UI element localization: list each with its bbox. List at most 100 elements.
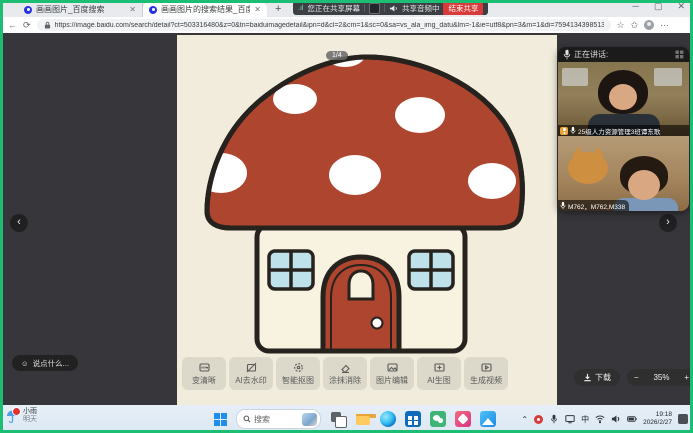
remove-watermark-icon <box>246 362 257 373</box>
next-image-button[interactable]: › <box>659 214 677 232</box>
participant-name: 25级人力资源管理3班谭东歌 <box>578 126 660 136</box>
screen-share-banner: .ıl 您正在共享屏幕 共享音频中 结束共享 <box>293 1 488 15</box>
meeting-panel-header: 正在讲话: <box>558 47 689 62</box>
participant-video-2[interactable]: M762，M762,M338 <box>558 136 689 211</box>
clock-time: 19:18 <box>656 411 672 419</box>
speaking-label: 正在讲话: <box>574 49 608 60</box>
weather-condition: 小雨 <box>23 408 37 416</box>
window-controls: ─ ▢ ✕ <box>633 1 685 12</box>
wifi-icon[interactable] <box>595 414 605 424</box>
image-edit-button[interactable]: 图片编辑 <box>370 357 414 390</box>
smart-cutout-button[interactable]: 智能抠图 <box>276 357 320 390</box>
cat-silhouette <box>568 152 608 184</box>
tray-overflow-chevron[interactable]: ⌃ <box>521 415 528 424</box>
notification-center-icon[interactable] <box>678 414 688 424</box>
enhance-clarity-button[interactable]: 变清晰 <box>182 357 226 390</box>
collections-star-icon[interactable]: ✩ <box>631 20 639 31</box>
battery-icon[interactable] <box>627 414 637 424</box>
tab-title: 画画图片的搜索结果_百度图片搜... <box>161 4 250 15</box>
weather-alert-badge <box>12 407 21 416</box>
classroom-window <box>562 68 588 86</box>
more-menu-icon[interactable]: ⋯ <box>660 20 669 31</box>
microphone-icon <box>563 49 571 60</box>
taskbar-clock[interactable]: 19:18 2026/2/27 <box>643 411 672 427</box>
zoom-out-button[interactable]: − <box>634 373 639 382</box>
stop-sharing-button[interactable]: 结束共享 <box>443 2 483 15</box>
zoom-in-button[interactable]: + <box>684 373 689 382</box>
ime-indicator[interactable]: 中 <box>581 414 589 425</box>
rain-umbrella-icon <box>6 409 19 424</box>
wechat-icon[interactable] <box>430 411 446 427</box>
url-text: https://image.baidu.com/search/detail?ct… <box>55 22 604 29</box>
file-explorer-icon[interactable] <box>355 411 371 427</box>
task-view-button[interactable] <box>330 411 346 427</box>
taskbar-center-icons: 搜索 <box>214 405 496 433</box>
close-button[interactable]: ✕ <box>677 1 685 12</box>
tab-baidu-search[interactable]: 画画图片_百度搜索 ✕ <box>18 2 143 17</box>
tab-title: 画画图片_百度搜索 <box>36 4 125 15</box>
tray-microphone-icon[interactable] <box>549 414 559 424</box>
participant-name-bar: 25级人力资源管理3班谭东歌 <box>558 125 689 136</box>
screen-share-tray-icon[interactable] <box>565 414 575 424</box>
edge-browser-icon[interactable] <box>380 411 396 427</box>
image-viewer: 1/4 ‹ › ☺ 说点什么... 变清晰 AI去水印 智能抠图 涂抹 <box>0 33 693 405</box>
browser-url-bar: ← ⟳ https://image.baidu.com/search/detai… <box>0 17 693 33</box>
eraser-icon <box>340 362 351 373</box>
meeting-app-icon <box>369 3 380 14</box>
ai-remove-watermark-button[interactable]: AI去水印 <box>229 357 273 390</box>
previous-image-button[interactable]: ‹ <box>10 214 28 232</box>
baidu-favicon <box>149 6 157 14</box>
participant-video-1[interactable]: 25级人力资源管理3班谭东歌 <box>558 62 689 136</box>
video-icon <box>481 362 492 373</box>
system-tray: ⌃ 中 19:18 2026/2/27 <box>521 405 688 433</box>
mushroom-house-image <box>177 35 557 405</box>
generate-video-button[interactable]: 生成视频 <box>464 357 508 390</box>
sharing-text: 您正在共享屏幕 <box>307 3 360 14</box>
ai-generate-image-button[interactable]: AI生图 <box>417 357 461 390</box>
photos-app-icon[interactable] <box>480 411 496 427</box>
new-tab-button[interactable]: + <box>275 2 281 17</box>
edit-image-icon <box>387 362 398 373</box>
download-button[interactable]: 下载 <box>574 369 620 386</box>
comment-input[interactable]: ☺ 说点什么... <box>12 355 78 371</box>
profile-avatar[interactable] <box>644 20 654 30</box>
comment-placeholder: 说点什么... <box>33 358 69 369</box>
image-tools-toolbar: 变清晰 AI去水印 智能抠图 涂抹消除 图片编辑 AI生图 <box>182 357 508 390</box>
pink-app-icon[interactable] <box>455 411 471 427</box>
divider <box>364 4 365 12</box>
windows-taskbar: 小雨 明天 搜索 ⌃ <box>0 405 693 433</box>
address-field[interactable]: https://image.baidu.com/search/detail?ct… <box>37 19 611 31</box>
search-icon <box>243 415 251 423</box>
start-button[interactable] <box>214 413 227 426</box>
smiley-icon: ☺ <box>21 359 29 368</box>
clock-date: 2026/2/27 <box>643 419 672 427</box>
weather-widget[interactable]: 小雨 明天 <box>6 408 37 424</box>
meeting-video-panel: 正在讲话: 25级人力资源管理3班谭东歌 <box>558 47 689 211</box>
download-icon <box>583 373 592 382</box>
tab-image-detail[interactable]: 画画图片的搜索结果_百度图片搜... ✕ <box>143 2 267 17</box>
host-badge-icon <box>560 127 568 135</box>
recording-indicator-icon[interactable] <box>534 415 543 424</box>
microsoft-store-icon[interactable] <box>405 411 421 427</box>
baidu-favicon <box>24 6 32 14</box>
participant-silhouette <box>609 84 637 110</box>
tab-close-icon[interactable]: ✕ <box>254 5 261 14</box>
speaker-icon <box>389 4 398 13</box>
refresh-button[interactable]: ⟳ <box>23 20 31 31</box>
zoom-control: − 35% + <box>627 369 693 386</box>
volume-icon[interactable] <box>611 414 621 424</box>
taskbar-search-box[interactable]: 搜索 <box>236 409 321 429</box>
layout-toggle-icon[interactable] <box>675 50 684 59</box>
weather-sub: 明天 <box>23 416 37 424</box>
image-counter-badge: 1/4 <box>326 51 348 60</box>
smudge-erase-button[interactable]: 涂抹消除 <box>323 357 367 390</box>
maximize-button[interactable]: ▢ <box>654 1 663 12</box>
minimize-button[interactable]: ─ <box>633 1 639 12</box>
search-placeholder: 搜索 <box>254 414 299 425</box>
signal-icon: .ıl <box>298 5 303 12</box>
back-button[interactable]: ← <box>8 20 17 30</box>
ai-image-icon <box>434 362 445 373</box>
image-canvas: 1/4 <box>177 35 557 405</box>
bookmark-star-icon[interactable]: ☆ <box>617 20 625 31</box>
tab-close-icon[interactable]: ✕ <box>129 5 136 14</box>
